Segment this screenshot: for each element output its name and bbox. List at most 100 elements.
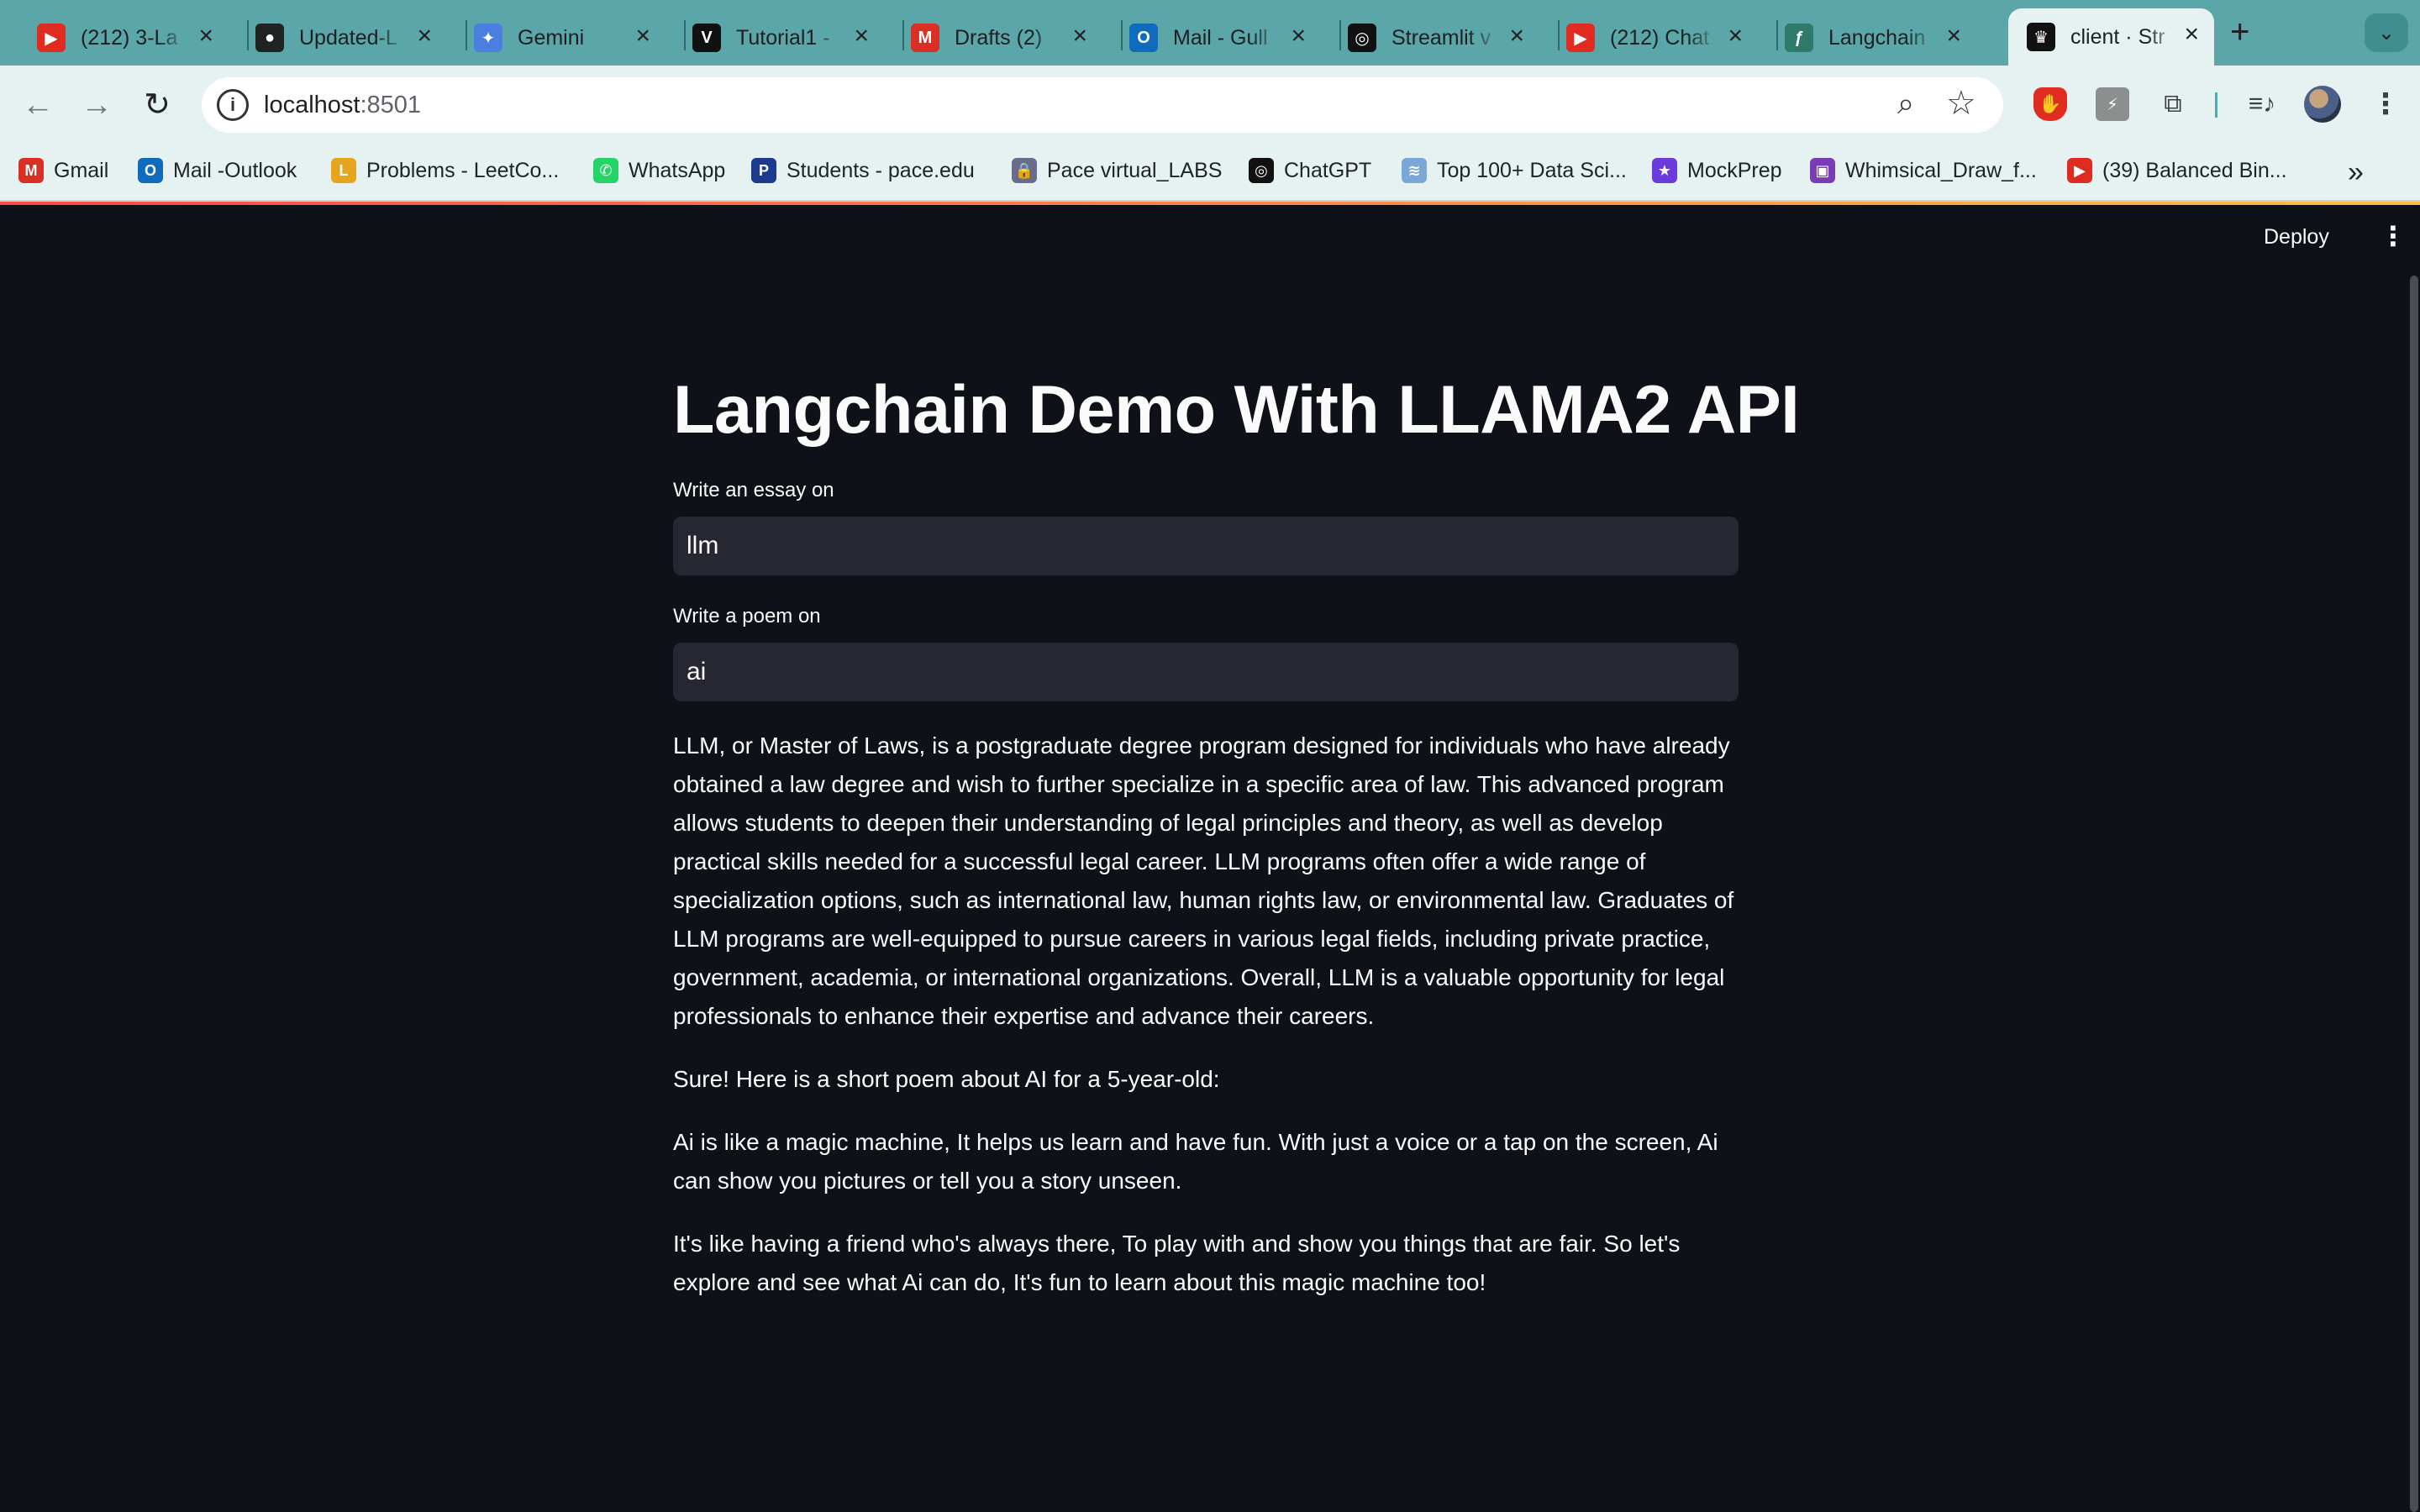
browser-tab[interactable]: ▶ (212) Chat × (1548, 10, 1758, 66)
bookmark-item[interactable]: ≋ Top 100+ Data Sci... (1402, 158, 1627, 183)
bookmark-label: WhatsApp (629, 158, 726, 182)
close-icon[interactable]: × (1728, 24, 1743, 49)
tab-title: Langchain (1828, 25, 1926, 50)
app-menu-icon[interactable]: ⋮ (2380, 220, 2407, 252)
browser-tab[interactable]: ● Updated-L × (237, 10, 447, 66)
openai-icon: ◎ (1348, 24, 1376, 52)
essay-topic-input[interactable] (673, 517, 1739, 575)
whimsical-icon: ▣ (1810, 158, 1835, 183)
browser-tab[interactable]: ▶ (212) 3-La × (18, 10, 229, 66)
bookmark-item[interactable]: ▣ Whimsical_Draw_f... (1810, 158, 2037, 183)
tutorial-icon: V (692, 24, 721, 52)
bookmark-item[interactable]: ✆ WhatsApp (593, 158, 725, 183)
close-icon[interactable]: × (1072, 24, 1087, 49)
bookmark-item[interactable]: ★ MockPrep (1652, 158, 1782, 183)
whatsapp-icon: ✆ (593, 158, 618, 183)
youtube-icon: ▶ (37, 24, 66, 52)
poem-intro: Sure! Here is a short poem about AI for … (673, 1066, 1220, 1092)
deploy-button[interactable]: Deploy (2264, 225, 2329, 249)
close-icon[interactable]: × (1946, 24, 1961, 49)
youtube-icon: ▶ (2067, 158, 2092, 183)
browser-tab[interactable]: V Tutorial1 - × (674, 10, 884, 66)
chevron-down-icon: ⌄ (2377, 21, 2396, 45)
bookmark-label: Pace virtual_LABS (1047, 158, 1223, 182)
gmail-icon: M (911, 24, 939, 52)
bookmark-item[interactable]: ◎ ChatGPT (1249, 158, 1371, 183)
bookmark-item[interactable]: L Problems - LeetCo... (331, 158, 559, 183)
close-icon[interactable]: × (2184, 22, 2199, 47)
bookmark-label: Gmail (54, 158, 109, 182)
youtube-icon: ▶ (1566, 24, 1595, 52)
close-icon[interactable]: × (1509, 24, 1524, 49)
bookmark-item[interactable]: P Students - pace.edu (751, 158, 975, 183)
browser-tab[interactable]: ✦ Gemini × (455, 10, 666, 66)
reload-button[interactable]: ↻ (138, 86, 176, 124)
outlook-icon: O (1129, 24, 1158, 52)
pace-icon: P (751, 158, 776, 183)
reload-icon: ↻ (144, 87, 171, 123)
browser-menu-icon[interactable]: ⋮ (2371, 87, 2400, 121)
address-bar[interactable]: i localhost:8501 ⌕ ☆ (202, 77, 2003, 133)
poem-stanza-2: It's like having a friend who's always t… (673, 1231, 1681, 1295)
bookmark-label: ChatGPT (1284, 158, 1372, 182)
tab-title: Mail - Gull (1173, 25, 1268, 50)
bookmark-item[interactable]: ▶ (39) Balanced Bin... (2067, 158, 2287, 183)
arrow-left-icon: ← (22, 87, 54, 123)
poem-input-label: Write a poem on (673, 605, 821, 627)
forward-button[interactable]: → (77, 86, 116, 124)
bookmark-label: Whimsical_Draw_f... (1845, 158, 2037, 182)
app-decoration-bar (0, 202, 2420, 205)
tab-strip: ▶ (212) 3-La × ● Updated-L × ✦ Gemini × V Tutorial… (0, 0, 2420, 66)
tab-title: Drafts (2) (955, 25, 1043, 50)
browser-tab[interactable]: ƒ Langchain × (1766, 10, 1976, 66)
tab-title: (212) 3-La (81, 25, 178, 50)
bookmark-label: Problems - LeetCo... (366, 158, 560, 182)
close-icon[interactable]: × (854, 24, 869, 49)
browser-toolbar: ← → ↻ i localhost:8501 ⌕ ☆ ✋ ⚡ ⧉ ≡♪ ⋮ (0, 66, 2420, 144)
bookmark-label: MockPrep (1687, 158, 1782, 182)
page-title: Langchain Demo With LLAMA2 API (673, 372, 1800, 448)
browser-tab[interactable]: ♛ client · Str × (2008, 8, 2214, 66)
close-icon[interactable]: × (198, 24, 213, 49)
back-button[interactable]: ← (18, 86, 57, 124)
data-icon: ≋ (1402, 158, 1427, 183)
outlook-icon: O (138, 158, 163, 183)
more-bookmarks-icon[interactable]: » (2348, 156, 2364, 189)
langchain-icon: ƒ (1785, 24, 1813, 52)
close-icon[interactable]: × (417, 24, 432, 49)
github-icon: ● (255, 24, 284, 52)
poem-stanza-1: Ai is like a magic machine, It helps us … (673, 1129, 1718, 1194)
browser-tab[interactable]: M Drafts (2) × (892, 10, 1102, 66)
bookmark-item[interactable]: 🔒 Pace virtual_LABS (1012, 158, 1222, 183)
bookmark-item[interactable]: M Gmail (18, 158, 108, 183)
bookmark-item[interactable]: O Mail -Outlook (138, 158, 297, 183)
tab-search-button[interactable]: ⌄ (2365, 13, 2408, 52)
gmail-icon: M (18, 158, 44, 183)
close-icon[interactable]: × (635, 24, 650, 49)
bookmark-label: Top 100+ Data Sci... (1437, 158, 1627, 182)
zoom-icon[interactable]: ⌕ (1897, 86, 1914, 122)
url-text[interactable]: localhost:8501 (264, 92, 421, 119)
essay-input-label: Write an essay on (673, 479, 834, 501)
extensions-puzzle-icon[interactable]: ⧉ (2156, 87, 2190, 121)
browser-tab[interactable]: ◎ Streamlit v × (1329, 10, 1539, 66)
arrow-right-icon: → (81, 87, 113, 123)
new-tab-button[interactable]: + (2230, 15, 2249, 49)
adblock-extension-icon[interactable]: ✋ (2033, 87, 2067, 121)
bookmarks-bar: M Gmail O Mail -Outlook L Problems - LeetCo..… (0, 144, 2420, 202)
bookmark-label: Students - pace.edu (786, 158, 975, 182)
browser-tab[interactable]: O Mail - Gull × (1111, 10, 1321, 66)
bookmark-star-icon[interactable]: ☆ (1946, 84, 1976, 123)
close-icon[interactable]: × (1291, 24, 1306, 49)
profile-avatar[interactable] (2304, 86, 2341, 123)
openai-icon: ◎ (1249, 158, 1274, 183)
site-info-icon[interactable]: i (217, 89, 249, 121)
media-controls-icon[interactable]: ≡♪ (2245, 87, 2279, 121)
mockprep-icon: ★ (1652, 158, 1677, 183)
essay-output: LLM, or Master of Laws, is a postgraduat… (673, 732, 1734, 1029)
extension-icon[interactable]: ⚡ (2096, 87, 2129, 121)
poem-topic-input[interactable] (673, 643, 1739, 701)
scrollbar[interactable] (2410, 276, 2418, 1512)
bookmark-label: Mail -Outlook (173, 158, 297, 182)
leetcode-icon: L (331, 158, 356, 183)
